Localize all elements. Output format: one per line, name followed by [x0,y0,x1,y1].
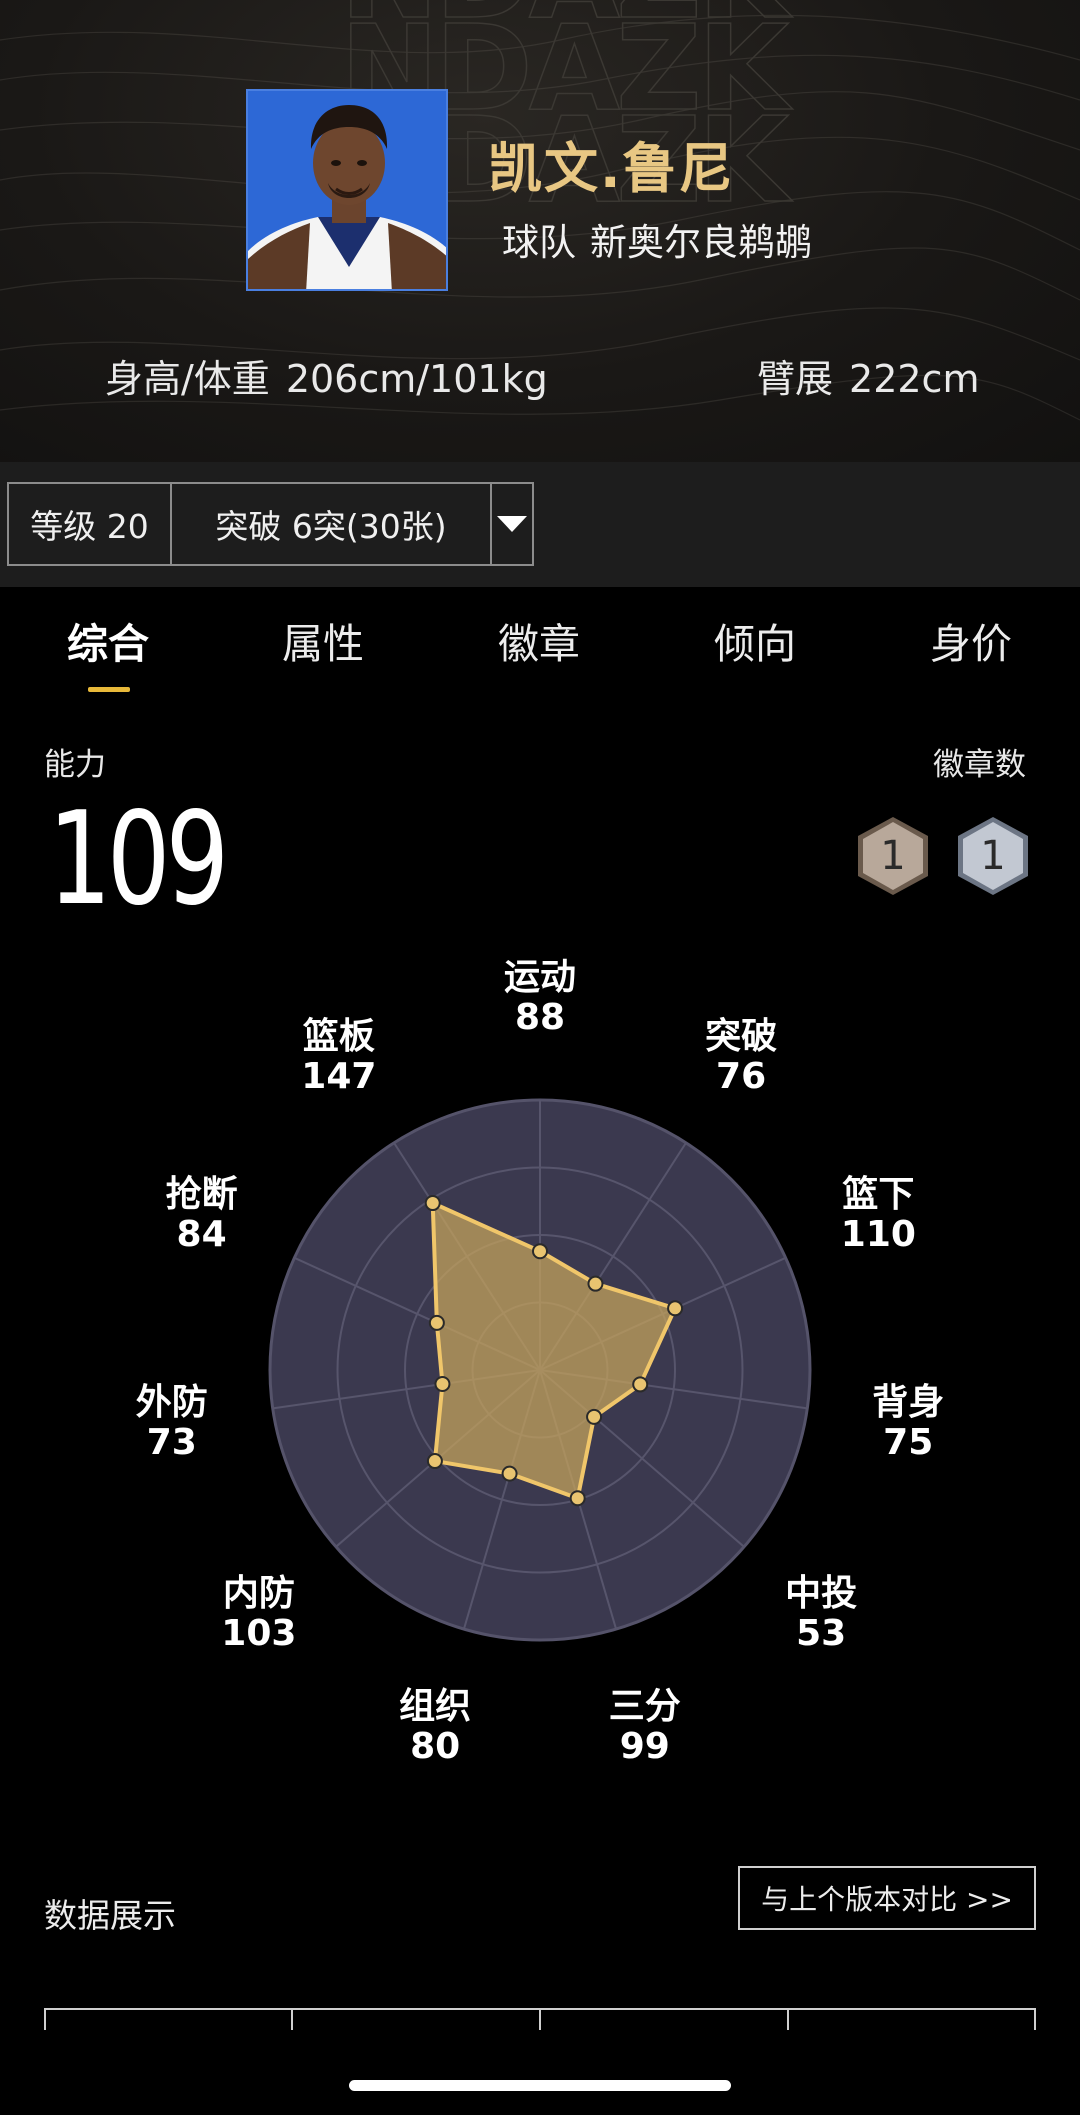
radar-axis-name: 中投 [785,1572,858,1614]
tab-bar: 综合 属性 徽章 倾向 身价 [0,610,1080,690]
player-avatar [246,89,448,291]
compare-version-button[interactable]: 与上个版本对比 >> [738,1866,1036,1930]
home-indicator[interactable] [349,2080,731,2091]
level-cell[interactable]: 等级 20 [9,484,172,564]
active-tab-indicator [88,687,130,692]
radar-axis-value: 80 [410,1725,461,1767]
radar-axis-value: 76 [716,1056,767,1098]
height-weight-label: 身高/体重 [105,357,270,401]
radar-axis-name: 三分 [608,1685,681,1727]
radar-value-point [428,1314,445,1331]
data-table-divider [291,2008,293,2030]
radar-axis-value: 99 [619,1725,670,1767]
radar-value-point [424,1195,441,1212]
radar-value-point [501,1465,518,1482]
data-table-divider [539,2008,541,2030]
radar-axis-name: 外防 [135,1381,208,1423]
player-name: 凯文.鲁尼 [488,137,735,200]
data-table-divider [1034,2008,1036,2030]
radar-axis-name: 篮板 [302,1016,375,1058]
badge-count-label: 徽章数 [933,747,1026,783]
player-portrait-icon [248,91,446,289]
radar-axis-value: 75 [883,1421,934,1463]
height-weight-value: 206cm/101kg [285,357,548,401]
radar-value-point [632,1376,649,1393]
breakthrough-cell[interactable]: 突破 6突(30张) [172,484,492,564]
data-section-title: 数据展示 [44,1896,176,1935]
wingspan-stat: 臂展 222cm [757,348,979,403]
radar-axis-name: 背身 [872,1381,945,1423]
wingspan-label: 臂展 [757,357,834,401]
radar-axis-value: 88 [514,997,566,1038]
radar-axis-value: 53 [796,1612,847,1654]
radar-value-point [586,1408,603,1425]
radar-axis-name: 突破 [705,1016,778,1058]
radar-axis-label: 外防 73 [112,1381,232,1463]
radar-axis-value: 103 [221,1612,297,1654]
caret-down-icon [497,516,527,532]
radar-svg [268,1098,812,1642]
radar-value-point [426,1453,443,1470]
team-name: 新奥尔良鹈鹕 [590,221,812,264]
radar-value-point [587,1275,604,1292]
ability-label: 能力 [44,747,106,783]
bronze-badge-value: 1 [880,833,906,879]
ability-value: 109 [48,785,229,934]
radar-axis-name: 组织 [399,1685,472,1727]
data-table-divider [787,2008,789,2030]
bronze-badge-count[interactable]: 1 [855,815,931,897]
radar-axis-label: 抢断 84 [142,1175,262,1255]
radar-axis-label: 三分 99 [585,1685,705,1767]
dropdown-button[interactable] [492,484,532,564]
radar-axis-value: 84 [176,1214,227,1256]
radar-value-point [569,1490,586,1507]
radar-axis-name: 运动 [503,957,576,998]
data-table-divider [44,2008,46,2030]
team-info: 球队 新奥尔良鹈鹕 [502,212,812,266]
radar-axis-value: 147 [301,1056,377,1098]
radar-axis-value: 110 [840,1214,916,1256]
wingspan-value: 222cm [849,357,980,401]
radar-axis-name: 篮下 [842,1174,915,1216]
radar-axis-name: 内防 [222,1572,295,1614]
radar-axis-label: 篮下 110 [818,1175,938,1255]
tab-badges[interactable]: 徽章 [469,610,609,670]
tab-attributes[interactable]: 属性 [253,610,393,670]
radar-value-point [667,1300,684,1317]
radar-axis-label: 运动 88 [480,958,600,1038]
height-weight-stat: 身高/体重 206cm/101kg [105,348,548,403]
radar-axis-label: 中投 53 [761,1572,881,1654]
radar-axis-label: 组织 80 [375,1685,495,1767]
radar-axis-name: 抢断 [165,1174,238,1216]
team-label: 球队 [502,221,576,264]
radar-axis-label: 内防 103 [199,1572,319,1654]
radar-axis-label: 篮板 147 [279,1017,399,1097]
tab-value[interactable]: 身价 [901,610,1041,670]
radar-axis-value: 73 [146,1421,197,1463]
ability-radar-chart: 运动 88 突破 76 篮下 110 背身 75 中投 53 三分 99 组织 80 内防 103 外防 73 抢断… [0,920,1080,1767]
level-selector: 等级 20 突破 6突(30张) [7,482,534,566]
radar-axis-label: 背身 75 [848,1381,968,1463]
silver-badge-count[interactable]: 1 [955,815,1031,897]
tab-overview[interactable]: 综合 [38,610,178,670]
silver-badge-value: 1 [980,833,1006,879]
tab-tendencies[interactable]: 倾向 [685,610,825,670]
radar-value-point [434,1376,451,1393]
radar-value-point [532,1243,548,1260]
radar-axis-label: 突破 76 [681,1017,801,1097]
